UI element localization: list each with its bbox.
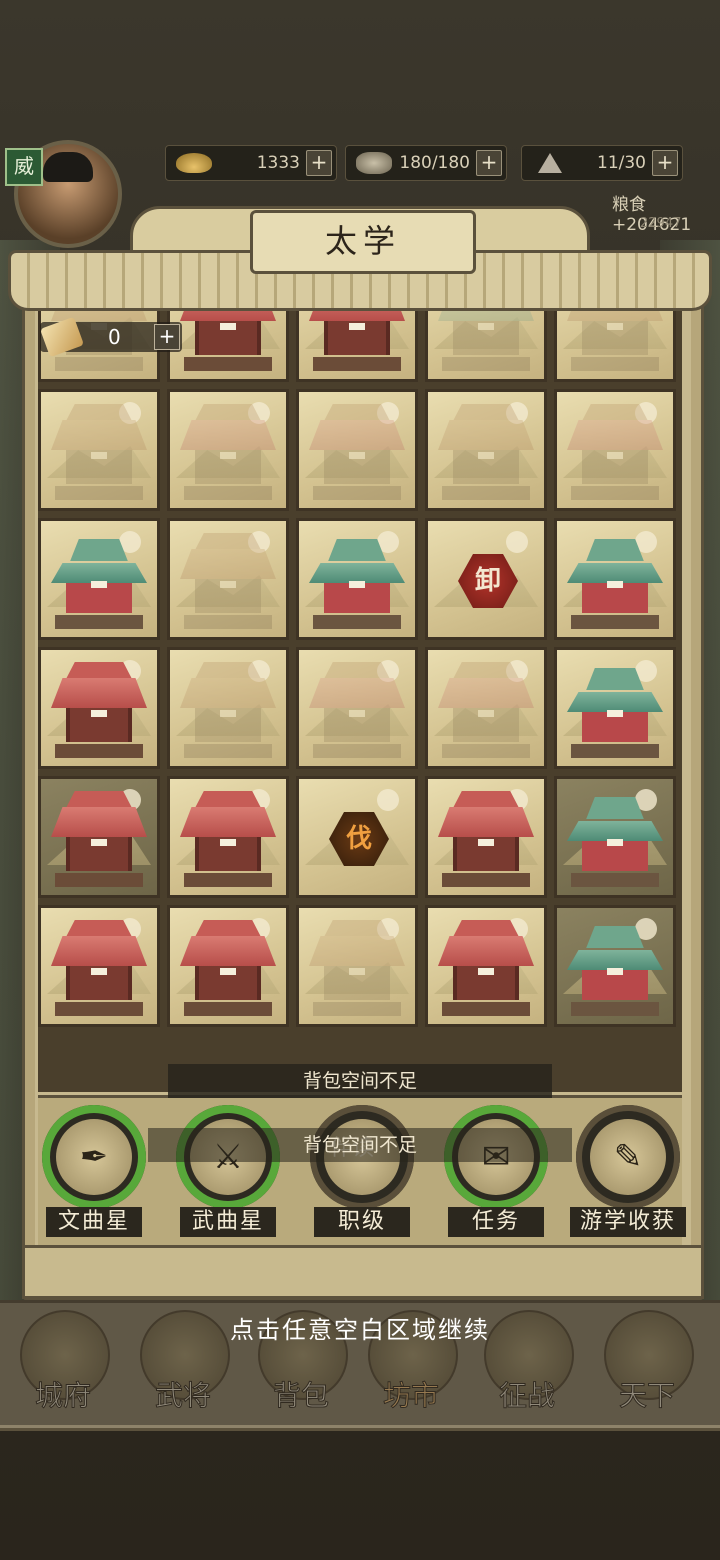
building-icon <box>438 791 534 887</box>
building-icon <box>180 920 276 1016</box>
gold-add-button[interactable]: + <box>306 150 332 176</box>
grid-cell[interactable] <box>425 905 547 1027</box>
scroll-add-button[interactable]: + <box>154 324 180 350</box>
building-icon <box>567 668 663 758</box>
grid-cell[interactable] <box>425 647 547 769</box>
action-label-task: 任务 <box>448 1207 544 1237</box>
continue-hint: 点击任意空白区域继续 <box>230 1316 490 1344</box>
building-icon <box>51 404 147 500</box>
grid-cell[interactable] <box>38 905 160 1027</box>
building-icon <box>51 920 147 1016</box>
grid-cell[interactable] <box>38 389 160 511</box>
building-icon <box>438 920 534 1016</box>
grid-cell[interactable] <box>38 518 160 640</box>
grid-cell[interactable] <box>425 389 547 511</box>
gold-ingot-icon <box>172 149 216 177</box>
building-icon <box>51 662 147 758</box>
building-icon <box>438 662 534 758</box>
wenquxing-button[interactable]: ✒ <box>42 1105 146 1209</box>
building-icon <box>51 539 147 629</box>
grid-cell[interactable] <box>296 389 418 511</box>
panel-title-plate: 太学 <box>250 210 476 274</box>
grain-resource: 180/180 + <box>345 145 507 181</box>
building-icon <box>180 662 276 758</box>
troops-value: 11/30 <box>597 153 646 173</box>
travel-harvest-icon: ✎ <box>590 1119 666 1195</box>
grain-add-button[interactable]: + <box>476 150 502 176</box>
gold-resource: 1333 + <box>165 145 337 181</box>
grid-cell[interactable] <box>167 518 289 640</box>
troops-add-button[interactable]: + <box>652 150 678 176</box>
building-icon <box>567 404 663 500</box>
grid-cell[interactable] <box>554 389 676 511</box>
grid-cell[interactable] <box>425 776 547 898</box>
grid-cell[interactable] <box>167 776 289 898</box>
travel-harvest-button[interactable]: ✎ <box>576 1105 680 1209</box>
grid-cell[interactable] <box>554 905 676 1027</box>
brush-icon: ✒ <box>56 1119 132 1195</box>
grain-sack-icon <box>352 149 396 177</box>
troops-resource: 11/30 + <box>521 145 683 181</box>
action-label-travel: 游学收获 <box>570 1207 686 1237</box>
action-label-rank: 职级 <box>314 1207 410 1237</box>
building-icon <box>180 791 276 887</box>
scroll-counter-value: 0 <box>108 325 121 349</box>
panel-footer <box>22 1245 704 1299</box>
gold-value: 1333 <box>256 153 300 173</box>
grain-value: 180/180 <box>399 153 470 173</box>
action-label-wenquxing: 文曲星 <box>46 1207 142 1237</box>
grid-cell[interactable] <box>554 647 676 769</box>
grid-cell[interactable] <box>167 905 289 1027</box>
building-icon <box>567 797 663 887</box>
building-icon <box>438 404 534 500</box>
grid-cell[interactable]: 伐 <box>296 776 418 898</box>
panel-title: 太学 <box>324 222 401 260</box>
grid-cell[interactable] <box>554 776 676 898</box>
grid-cell[interactable] <box>296 647 418 769</box>
grid-cell[interactable] <box>167 389 289 511</box>
grid-cell[interactable] <box>167 647 289 769</box>
building-icon <box>567 539 663 629</box>
building-icon <box>567 926 663 1016</box>
grid-cell[interactable] <box>38 647 160 769</box>
building-icon <box>180 533 276 629</box>
scroll-counter: 0 + <box>39 316 182 358</box>
rank-badge: 威 <box>5 148 43 186</box>
grid-cell[interactable] <box>296 905 418 1027</box>
grid-cell[interactable] <box>554 518 676 640</box>
flag-icon <box>528 149 572 177</box>
building-grid: 卸伐 <box>38 290 682 1092</box>
grid-cell[interactable]: 卸 <box>425 518 547 640</box>
resource-bar: 1333 + 180/180 + 11/30 + <box>125 145 715 181</box>
building-icon <box>51 791 147 887</box>
toast-bag-full-1: 背包空间不足 <box>168 1064 552 1098</box>
building-icon <box>309 404 405 500</box>
building-icon <box>180 404 276 500</box>
building-icon <box>309 920 405 1016</box>
building-icon <box>309 662 405 758</box>
toast-bag-full-2: 背包空间不足 <box>148 1128 572 1162</box>
action-label-wuquxing: 武曲星 <box>180 1207 276 1237</box>
grid-cell[interactable] <box>296 518 418 640</box>
grid-cell[interactable] <box>38 776 160 898</box>
scroll-icon <box>39 316 85 358</box>
building-icon <box>309 539 405 629</box>
